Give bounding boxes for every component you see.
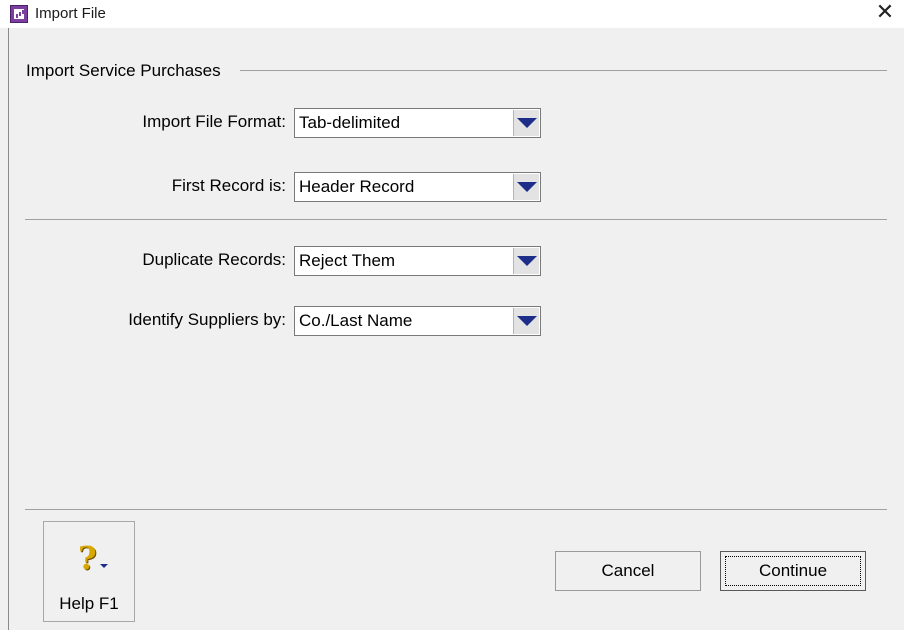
help-button[interactable]: ? Help F1 bbox=[43, 521, 135, 622]
duplicate-records-value: Reject Them bbox=[299, 251, 396, 270]
identify-suppliers-label: Identify Suppliers by: bbox=[128, 310, 286, 329]
duplicate-records-dropdown-button[interactable] bbox=[513, 248, 539, 274]
help-question-icon: ? bbox=[78, 539, 97, 577]
close-button[interactable]: ✕ bbox=[866, 0, 904, 28]
group-title: Import Service Purchases bbox=[26, 61, 225, 81]
identify-suppliers-dropdown[interactable]: Co./Last Name bbox=[294, 306, 541, 336]
section-divider bbox=[25, 219, 887, 220]
duplicate-records-dropdown[interactable]: Reject Them bbox=[294, 246, 541, 276]
first-record-value: Header Record bbox=[299, 177, 415, 196]
help-button-label: Help F1 bbox=[59, 594, 119, 613]
chevron-down-icon bbox=[517, 316, 537, 326]
cancel-button-label: Cancel bbox=[601, 561, 655, 580]
chevron-down-icon bbox=[517, 256, 537, 266]
group-divider bbox=[240, 70, 887, 71]
identify-suppliers-value: Co./Last Name bbox=[299, 311, 413, 330]
duplicate-records-label: Duplicate Records: bbox=[142, 250, 286, 269]
first-record-dropdown-button[interactable] bbox=[513, 174, 539, 200]
import-format-label: Import File Format: bbox=[142, 112, 286, 131]
continue-button[interactable]: Continue bbox=[720, 551, 866, 591]
continue-button-label: Continue bbox=[758, 561, 828, 580]
import-format-value: Tab-delimited bbox=[299, 113, 401, 132]
cancel-button[interactable]: Cancel bbox=[555, 551, 701, 591]
import-format-dropdown-button[interactable] bbox=[513, 110, 539, 136]
window-title: Import File bbox=[35, 5, 106, 22]
import-file-dialog: Import File ✕ Import Service Purchases I… bbox=[0, 0, 904, 630]
import-format-dropdown[interactable]: Tab-delimited bbox=[294, 108, 541, 138]
chevron-down-icon bbox=[517, 118, 537, 128]
background-window-edge bbox=[0, 28, 9, 630]
chevron-down-icon bbox=[517, 182, 537, 192]
footer-divider bbox=[25, 509, 887, 510]
identify-suppliers-dropdown-button[interactable] bbox=[513, 308, 539, 334]
app-icon bbox=[10, 5, 28, 23]
first-record-dropdown[interactable]: Header Record bbox=[294, 172, 541, 202]
caret-down-icon bbox=[100, 564, 108, 568]
first-record-label: First Record is: bbox=[171, 176, 286, 195]
title-bar: Import File ✕ bbox=[0, 0, 904, 28]
